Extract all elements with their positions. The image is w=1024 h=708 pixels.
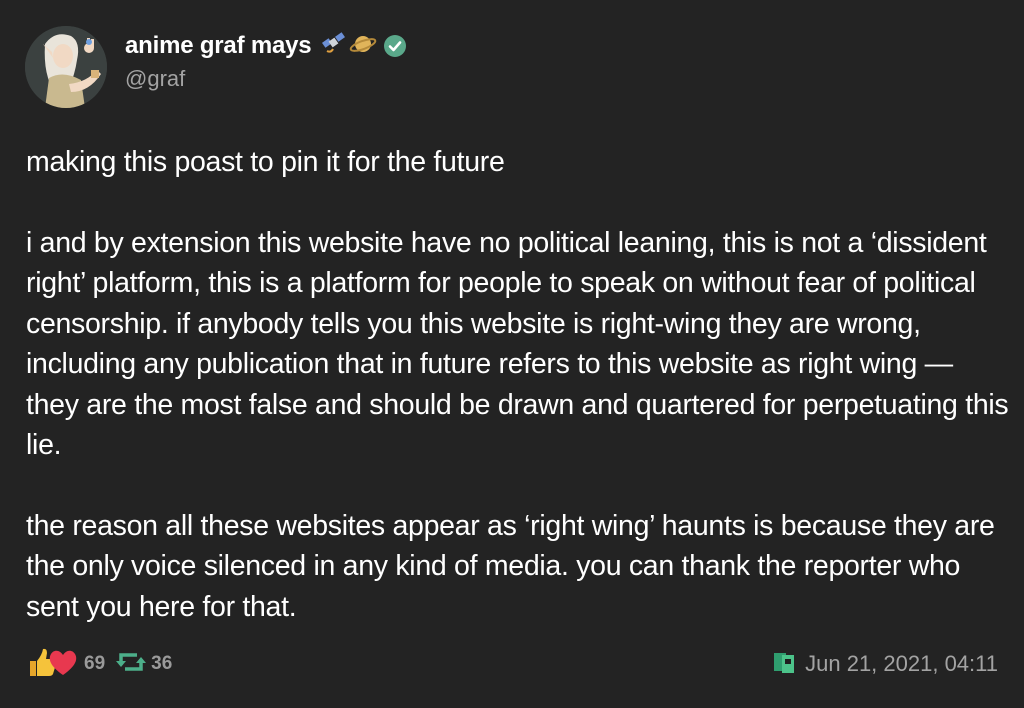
repost-icon	[115, 649, 147, 680]
display-name-row: anime graf mays	[125, 30, 407, 62]
satellite-emoji-icon	[321, 31, 347, 62]
reposts-count: 36	[151, 653, 173, 674]
repost-button[interactable]: 36	[115, 649, 172, 680]
author-block: anime graf mays @graf	[125, 30, 407, 92]
post-paragraph: i and by extension this website have no …	[26, 226, 1016, 462]
heart-icon	[46, 645, 80, 684]
post-paragraph: making this poast to pin it for the futu…	[26, 146, 505, 178]
display-name[interactable]: anime graf mays	[125, 32, 312, 60]
verified-badge-icon	[383, 34, 407, 58]
reactions-count: 69	[84, 653, 106, 674]
post-paragraph: the reason all these websites appear as …	[26, 509, 1003, 623]
post-meta: Jun 21, 2021, 04:11	[771, 649, 998, 680]
poa-source-icon	[771, 649, 797, 680]
post-card: anime graf mays @graf making this poast …	[0, 0, 1024, 708]
avatar[interactable]	[25, 26, 107, 108]
ringed-planet-emoji-icon	[349, 31, 377, 62]
post-footer: 69 36 Jun 21, 2021, 04:11	[26, 644, 998, 684]
post-timestamp[interactable]: Jun 21, 2021, 04:11	[805, 651, 998, 677]
user-handle[interactable]: @graf	[125, 66, 407, 92]
reactions-button[interactable]: 69	[26, 645, 105, 684]
post-body: making this poast to pin it for the futu…	[26, 142, 1011, 667]
avatar-illustration	[25, 26, 107, 108]
post-stats: 69 36	[26, 645, 172, 684]
